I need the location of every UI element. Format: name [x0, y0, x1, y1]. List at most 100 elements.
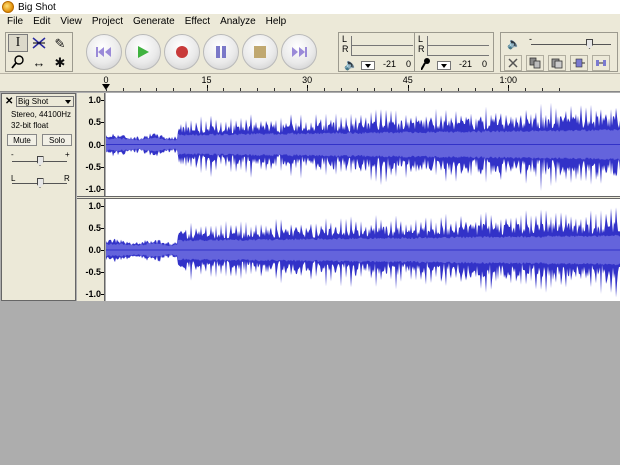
solo-button[interactable]: Solo — [42, 134, 72, 146]
playback-meter-dropdown[interactable] — [361, 61, 375, 70]
amplitude-tick — [101, 206, 104, 207]
amplitude-label: 1.0 — [88, 95, 101, 105]
ruler-minor-tick — [407, 88, 409, 91]
timeshift-tool-icon[interactable]: ↔ — [29, 53, 49, 71]
amplitude-label: 0.5 — [88, 117, 101, 128]
amplitude-tick — [101, 144, 104, 146]
amplitude-tick — [101, 189, 104, 190]
ruler-minor-tick — [173, 88, 175, 91]
ruler-minor-tick — [223, 88, 225, 91]
ruler-minor-tick — [240, 88, 242, 91]
waveform-right-channel[interactable] — [106, 199, 620, 301]
track-bitdepth-info: 32-bit float — [11, 121, 49, 130]
waveform-left-svg — [106, 102, 620, 192]
ruler-minor-tick — [156, 88, 158, 91]
meter-right-label: R — [342, 44, 349, 54]
mixer-toolbar: 🔈 - — [500, 32, 618, 72]
amplitude-tick — [101, 100, 104, 101]
ruler-minor-tick — [558, 88, 560, 91]
amplitude-ruler-right-channel: 1.0 0.5 0.0 -0.5 -1.0 — [77, 199, 105, 301]
playback-volume-thumb[interactable] — [586, 39, 593, 49]
waveform-right-svg — [106, 207, 620, 298]
tools-toolbar: I ✎ ↔ ✱ — [5, 32, 73, 72]
window-title: Big Shot — [18, 1, 56, 13]
amplitude-ruler-left-channel: 1.0 0.5 0.0 -0.5 -1.0 — [77, 93, 105, 196]
effects-button[interactable] — [504, 55, 522, 71]
close-track-icon[interactable]: ✕ — [5, 96, 13, 107]
gain-slider-thumb[interactable] — [36, 156, 44, 166]
title-bar: Big Shot — [0, 0, 620, 14]
microphone-icon — [420, 58, 431, 73]
amplitude-label: 0.0 — [88, 245, 101, 255]
ruler-minor-tick — [139, 88, 141, 91]
pan-slider-thumb[interactable] — [36, 178, 44, 188]
ruler-minor-tick — [290, 88, 292, 91]
menu-effect[interactable]: Effect — [180, 14, 215, 30]
track-name-label: Big Shot — [18, 97, 49, 106]
audacity-app-icon — [2, 1, 14, 13]
multi-tool-icon[interactable]: ✱ — [50, 53, 70, 71]
menu-edit[interactable]: Edit — [28, 14, 55, 30]
menu-analyze[interactable]: Analyze — [215, 14, 261, 30]
silence-button[interactable] — [592, 55, 610, 71]
ruler-minor-tick — [273, 88, 275, 91]
draw-tool-icon[interactable]: ✎ — [50, 34, 70, 52]
ruler-minor-tick — [189, 88, 191, 91]
track-format-info: Stereo, 44100Hz — [11, 110, 72, 119]
trim-button[interactable] — [570, 55, 588, 71]
amplitude-tick — [101, 122, 104, 124]
selection-tool-icon[interactable]: I — [8, 34, 28, 52]
amplitude-tick — [101, 294, 104, 295]
skip-to-end-button[interactable] — [281, 34, 317, 70]
menu-bar: File Edit View Project Generate Effect A… — [0, 14, 620, 30]
ruler-minor-tick — [491, 88, 493, 91]
record-max-label: 0 — [482, 59, 488, 69]
waveform-left-channel[interactable] — [106, 93, 620, 196]
amplitude-label: -1.0 — [85, 184, 101, 194]
stop-button[interactable] — [242, 34, 278, 70]
skip-start-icon — [96, 47, 111, 57]
ruler-minor-tick — [374, 88, 376, 91]
skip-to-start-button[interactable] — [86, 34, 122, 70]
copy-button[interactable] — [526, 55, 544, 71]
transport-toolbar — [86, 34, 317, 70]
zoom-tool-icon[interactable] — [8, 53, 28, 71]
track-name-dropdown[interactable]: Big Shot — [16, 96, 74, 107]
menu-project[interactable]: Project — [87, 14, 128, 30]
meter-right-label: R — [418, 44, 425, 54]
record-icon — [176, 46, 188, 58]
ruler-minor-tick — [508, 88, 510, 91]
play-button[interactable] — [125, 34, 161, 70]
amplitude-label: -1.0 — [85, 289, 101, 299]
record-level-right — [427, 46, 489, 56]
chevron-down-icon — [65, 100, 71, 104]
mute-button[interactable]: Mute — [7, 134, 37, 146]
pan-right-label: R — [64, 174, 70, 183]
menu-file[interactable]: File — [2, 14, 28, 30]
empty-track-area[interactable] — [0, 301, 620, 465]
record-button[interactable] — [164, 34, 200, 70]
ruler-minor-tick — [441, 88, 443, 91]
timeline-ruler[interactable]: 0 15 30 45 1:00 — [0, 74, 620, 92]
amplitude-label: 0.0 — [88, 139, 101, 150]
ruler-minor-tick — [424, 88, 426, 91]
gain-minus-label: - — [11, 150, 14, 159]
record-meter-dropdown[interactable] — [437, 61, 451, 70]
ruler-minor-tick — [206, 88, 208, 91]
envelope-tool-icon[interactable] — [29, 34, 49, 52]
playback-level-left — [351, 36, 413, 46]
menu-help[interactable]: Help — [261, 14, 292, 30]
amplitude-tick — [101, 272, 104, 273]
ruler-minor-tick — [323, 88, 325, 91]
ruler-minor-tick — [390, 88, 392, 91]
paste-button[interactable] — [548, 55, 566, 71]
pause-button[interactable] — [203, 34, 239, 70]
gain-plus-label: + — [65, 150, 70, 159]
playback-volume-slider[interactable] — [531, 44, 611, 45]
amplitude-label: -0.5 — [85, 161, 101, 172]
pause-icon — [216, 46, 226, 58]
amplitude-label: 1.0 — [88, 201, 101, 211]
menu-generate[interactable]: Generate — [128, 14, 180, 30]
amplitude-label: 0.5 — [88, 223, 101, 233]
menu-view[interactable]: View — [55, 14, 87, 30]
